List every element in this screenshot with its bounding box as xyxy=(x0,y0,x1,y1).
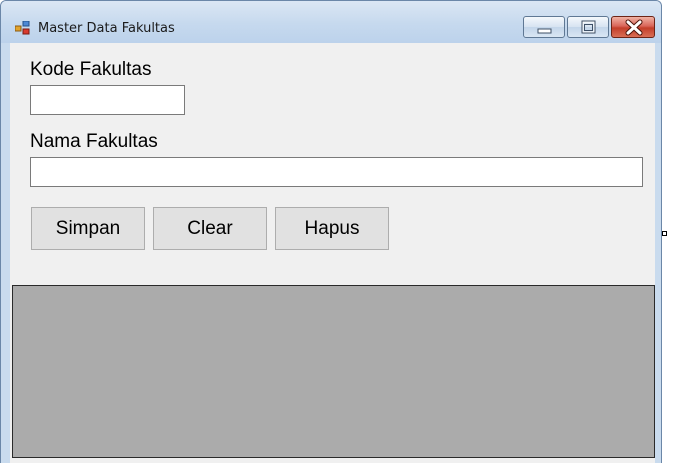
minimize-icon xyxy=(537,28,552,34)
close-icon xyxy=(625,19,643,36)
winforms-app-icon xyxy=(15,21,30,35)
resize-handle[interactable] xyxy=(662,231,667,236)
close-button[interactable] xyxy=(611,16,655,38)
title-bar[interactable]: Master Data Fakultas xyxy=(1,1,661,43)
minimize-button[interactable] xyxy=(523,16,565,38)
main-window: Master Data Fakultas Kode Fakultas Nama … xyxy=(0,0,662,463)
kode-fakultas-input[interactable] xyxy=(30,85,185,115)
data-grid[interactable] xyxy=(12,285,655,458)
nama-fakultas-input[interactable] xyxy=(30,157,643,187)
form-client-area: Kode Fakultas Nama Fakultas Simpan Clear… xyxy=(10,43,655,463)
maximize-button[interactable] xyxy=(567,16,609,38)
clear-button[interactable]: Clear xyxy=(153,207,267,250)
nama-fakultas-label: Nama Fakultas xyxy=(30,131,158,152)
window-title: Master Data Fakultas xyxy=(38,21,175,36)
hapus-button[interactable]: Hapus xyxy=(275,207,389,250)
kode-fakultas-label: Kode Fakultas xyxy=(30,59,152,80)
simpan-button[interactable]: Simpan xyxy=(31,207,145,250)
maximize-icon xyxy=(581,20,596,34)
